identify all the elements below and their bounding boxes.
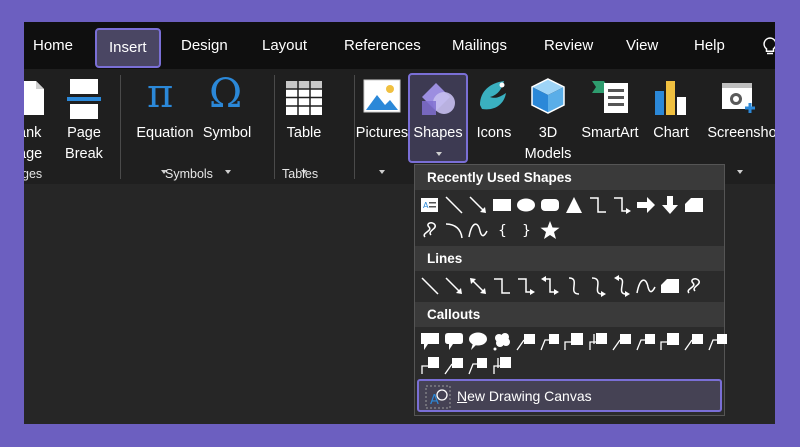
triangle-shape[interactable]	[563, 194, 585, 216]
curved-arrow-connector-shape[interactable]	[587, 275, 609, 297]
curve-shape[interactable]	[467, 219, 489, 241]
elbow-connector-shape[interactable]	[491, 275, 513, 297]
chevron-down-icon	[225, 170, 231, 174]
flowchart-card-shape[interactable]	[683, 194, 705, 216]
star-shape[interactable]	[539, 219, 561, 241]
tab-home[interactable]: Home	[33, 22, 73, 69]
tab-design[interactable]: Design	[181, 22, 228, 69]
arrow-shape[interactable]	[467, 194, 489, 216]
oval-shape[interactable]	[515, 194, 537, 216]
tab-help[interactable]: Help	[694, 22, 725, 69]
tab-view[interactable]: View	[626, 22, 658, 69]
icons-icon	[480, 81, 506, 110]
cloud-callout-shape[interactable]	[491, 330, 513, 352]
screenshot-icon	[722, 83, 755, 113]
tables-group-label: Tables	[282, 167, 319, 181]
svg-text:}: }	[522, 223, 531, 239]
curved-connector-shape[interactable]	[563, 275, 585, 297]
rectangular-callout-shape[interactable]	[419, 330, 441, 352]
chevron-down-icon	[436, 152, 442, 156]
elbow-connector-shape[interactable]	[587, 194, 609, 216]
right-brace-shape[interactable]: }	[515, 219, 537, 241]
shapes-gallery: Recently Used Shapes A { } Lines Callout…	[414, 164, 727, 416]
3d-models-label-2: Models	[524, 146, 572, 162]
new-drawing-canvas-label: New Drawing Canvas	[457, 388, 592, 404]
line-callout-border-shape[interactable]	[659, 330, 681, 352]
elbow-double-arrow-connector-shape[interactable]	[539, 275, 561, 297]
freeform-shape[interactable]	[659, 275, 681, 297]
pi-icon: π	[147, 71, 174, 117]
arc-shape[interactable]	[443, 219, 465, 241]
tab-mailings[interactable]: Mailings	[452, 22, 507, 69]
line-callout-shape[interactable]	[515, 330, 537, 352]
rectangle-shape[interactable]	[491, 194, 513, 216]
arrow-line-shape[interactable]	[443, 275, 465, 297]
bent-line-callout-border-shape[interactable]	[491, 354, 513, 376]
word-window: Home Insert Design Layout References Mai…	[24, 22, 775, 424]
chart-icon	[655, 81, 686, 115]
tab-layout[interactable]: Layout	[262, 22, 307, 69]
drawing-canvas-icon: A	[425, 385, 451, 409]
blank-page-icon	[24, 81, 44, 115]
ribbon-tabs: Home Insert Design Layout References Mai…	[24, 22, 775, 69]
elbow-arrow-connector-shape[interactable]	[515, 275, 537, 297]
callouts-header: Callouts	[415, 302, 724, 327]
line-callout-border-shape[interactable]	[563, 330, 585, 352]
symbols-group-label: Symbols	[165, 167, 213, 181]
elbow-arrow-connector-shape[interactable]	[611, 194, 633, 216]
svg-text:A: A	[423, 201, 429, 210]
curved-double-arrow-connector-shape[interactable]	[611, 275, 633, 297]
bent-line-callout-shape[interactable]	[419, 354, 441, 376]
page-break-label-2: Break	[65, 146, 103, 162]
pages-group-label: ges	[24, 167, 43, 181]
line-shape[interactable]	[419, 275, 441, 297]
line-shape[interactable]	[443, 194, 465, 216]
rounded-rectangle-shape[interactable]	[539, 194, 561, 216]
line-callout-accent-shape[interactable]	[467, 354, 489, 376]
recently-used-shapes-header: Recently Used Shapes	[415, 165, 724, 190]
lightbulb-icon[interactable]	[760, 36, 775, 56]
shapes-button[interactable]: Shapes	[408, 73, 468, 163]
chevron-down-icon	[379, 170, 385, 174]
rounded-callout-shape[interactable]	[443, 330, 465, 352]
line-callout-accent-shape[interactable]	[707, 330, 729, 352]
new-drawing-canvas-button[interactable]: A New Drawing Canvas	[417, 379, 722, 412]
text-box-shape[interactable]: A	[419, 194, 441, 216]
page-break-icon	[67, 79, 101, 119]
tab-insert[interactable]: Insert	[95, 28, 161, 68]
lines-header: Lines	[415, 246, 724, 271]
table-icon	[286, 81, 322, 115]
line-callout-shape[interactable]	[683, 330, 705, 352]
curve-shape[interactable]	[635, 275, 657, 297]
line-callout-accent-shape[interactable]	[635, 330, 657, 352]
screenshot-label: Screenshot	[707, 125, 775, 141]
left-brace-shape[interactable]: {	[491, 219, 513, 241]
oval-callout-shape[interactable]	[467, 330, 489, 352]
smartart-icon	[592, 81, 628, 113]
line-callout-shape[interactable]	[443, 354, 465, 376]
tab-review[interactable]: Review	[544, 22, 593, 69]
pictures-icon	[363, 79, 401, 113]
svg-text:{: {	[498, 223, 507, 239]
omega-icon: Ω	[209, 71, 243, 117]
double-arrow-line-shape[interactable]	[467, 275, 489, 297]
line-callout-shape[interactable]	[611, 330, 633, 352]
scribble-shape[interactable]	[683, 275, 705, 297]
tab-references[interactable]: References	[344, 22, 421, 69]
line-callout-accent-shape[interactable]	[539, 330, 561, 352]
down-arrow-shape[interactable]	[659, 194, 681, 216]
cube-icon	[531, 78, 565, 114]
right-arrow-shape[interactable]	[635, 194, 657, 216]
shapes-icon	[422, 83, 455, 115]
scribble-shape[interactable]	[419, 219, 441, 241]
chevron-down-icon	[737, 170, 743, 174]
bent-line-callout-shape[interactable]	[587, 330, 609, 352]
